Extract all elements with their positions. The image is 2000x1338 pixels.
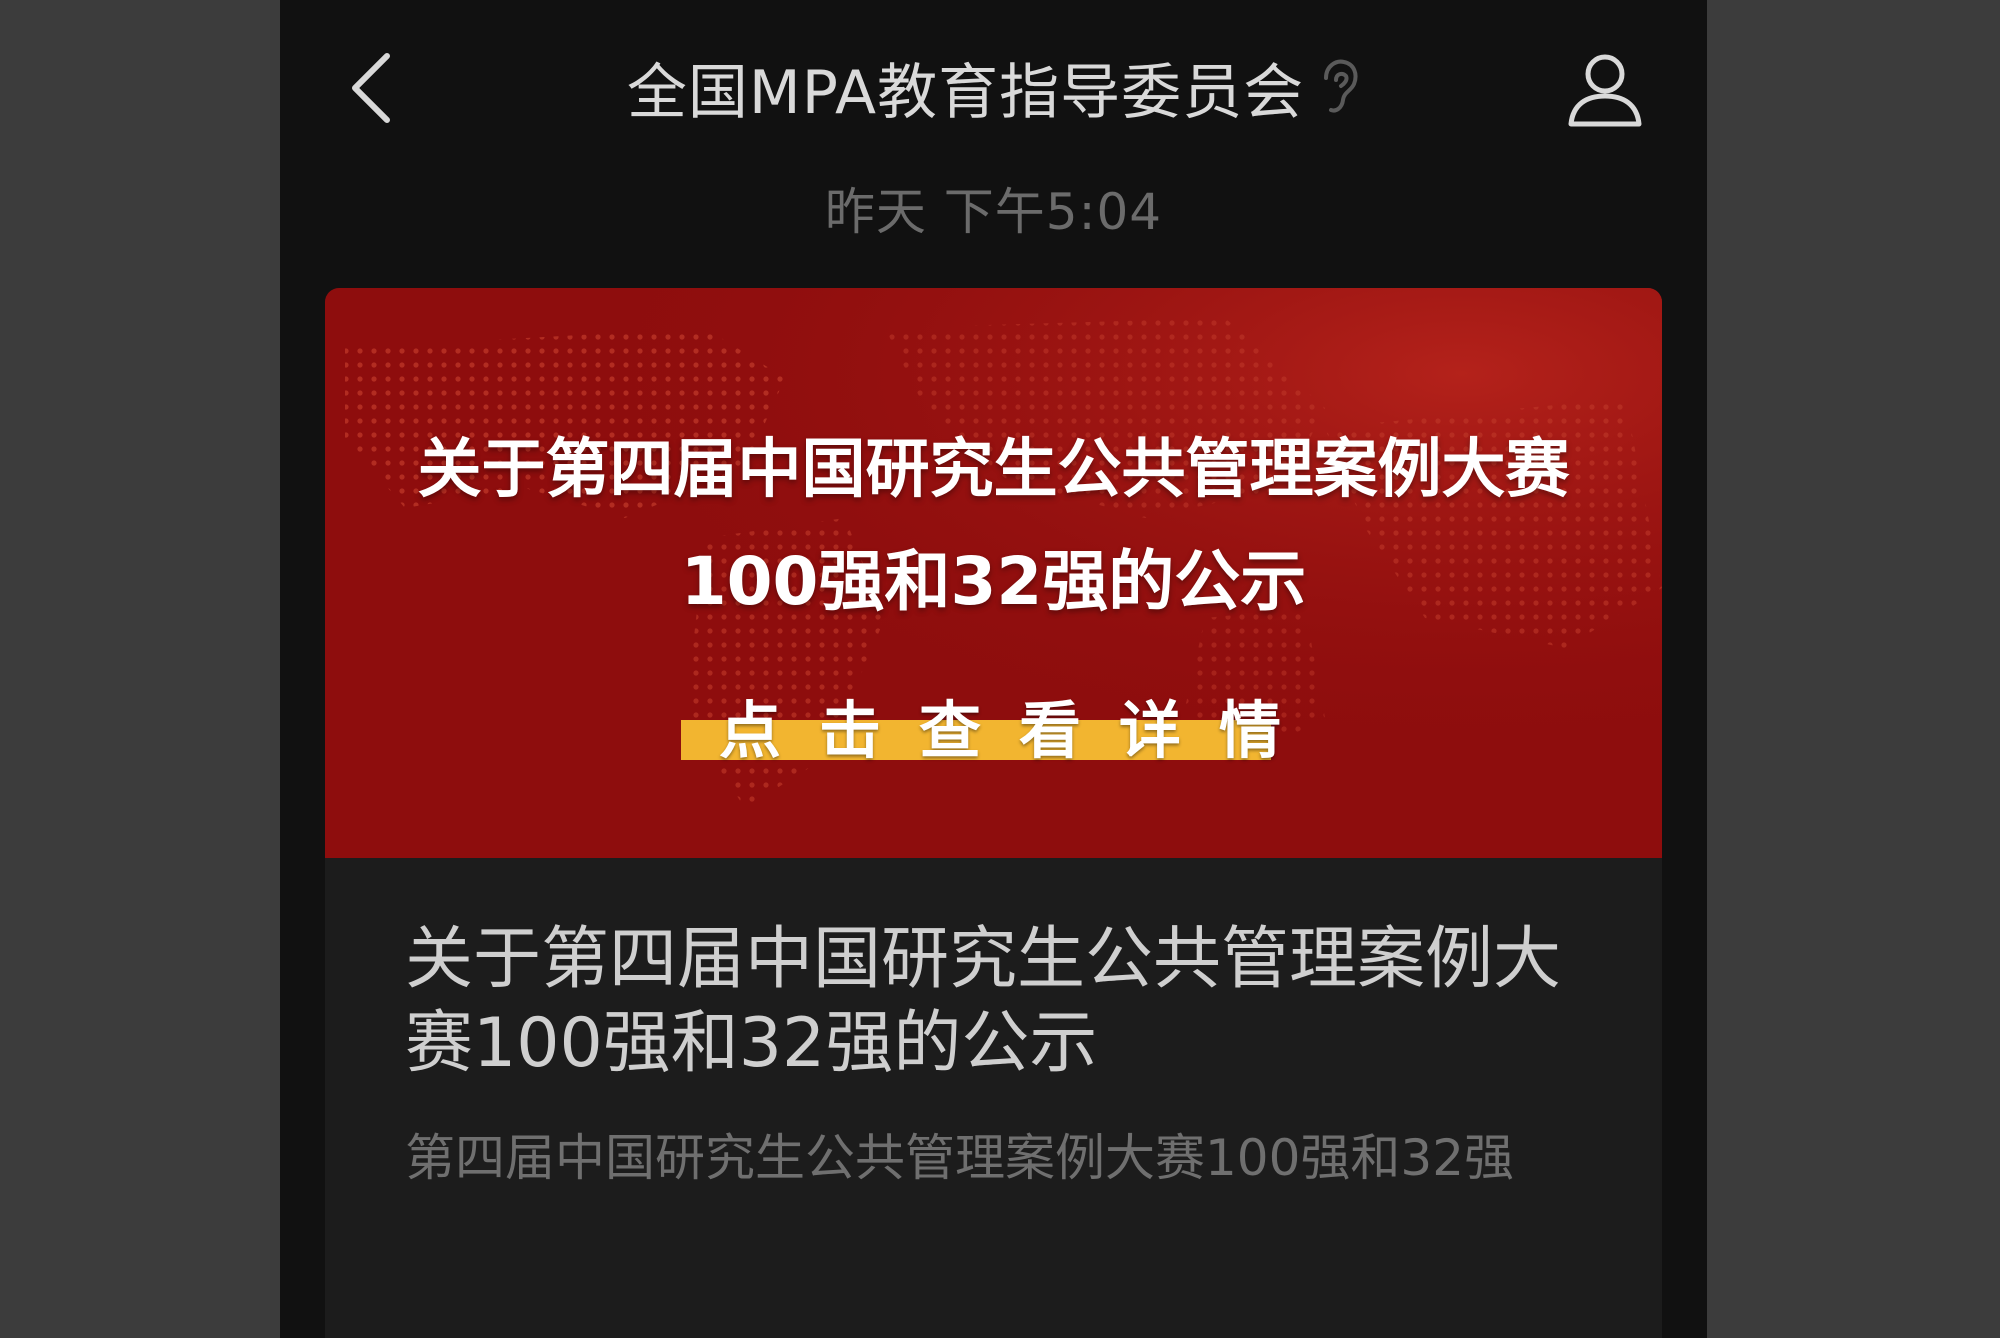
ear-icon[interactable] — [1316, 56, 1360, 118]
article-summary: 第四届中国研究生公共管理案例大赛100强和32强 — [405, 1129, 1515, 1187]
back-button[interactable] — [336, 48, 406, 128]
article-title: 关于第四届中国研究生公共管理案例大赛100强和32强的公示 — [405, 920, 1562, 1083]
header-bar: 全国MPA教育指导委员会 — [280, 0, 1707, 180]
banner-subheadline: 100强和32强的公示 — [680, 543, 1307, 620]
chevron-left-icon — [352, 53, 390, 123]
view-details-cta: 点击查看详情 — [719, 694, 1320, 767]
message-timestamp: 昨天 下午5:04 — [824, 183, 1163, 241]
article-card[interactable]: 关于第四届中国研究生公共管理案例大赛 100强和32强的公示 点击查看详情 关于… — [325, 288, 1662, 1338]
chat-screen: 全国MPA教育指导委员会 昨天 下午5:04 关于第四届中国研究生公共管理案例大… — [280, 0, 1707, 1338]
title-area: 全国MPA教育指导委员会 — [470, 42, 1517, 132]
profile-button[interactable] — [1563, 46, 1647, 130]
article-banner: 关于第四届中国研究生公共管理案例大赛 100强和32强的公示 点击查看详情 — [325, 288, 1662, 858]
banner-headline: 关于第四届中国研究生公共管理案例大赛 — [417, 433, 1570, 507]
user-profile-icon — [1568, 54, 1642, 127]
account-title: 全国MPA教育指导委员会 — [626, 57, 1305, 128]
